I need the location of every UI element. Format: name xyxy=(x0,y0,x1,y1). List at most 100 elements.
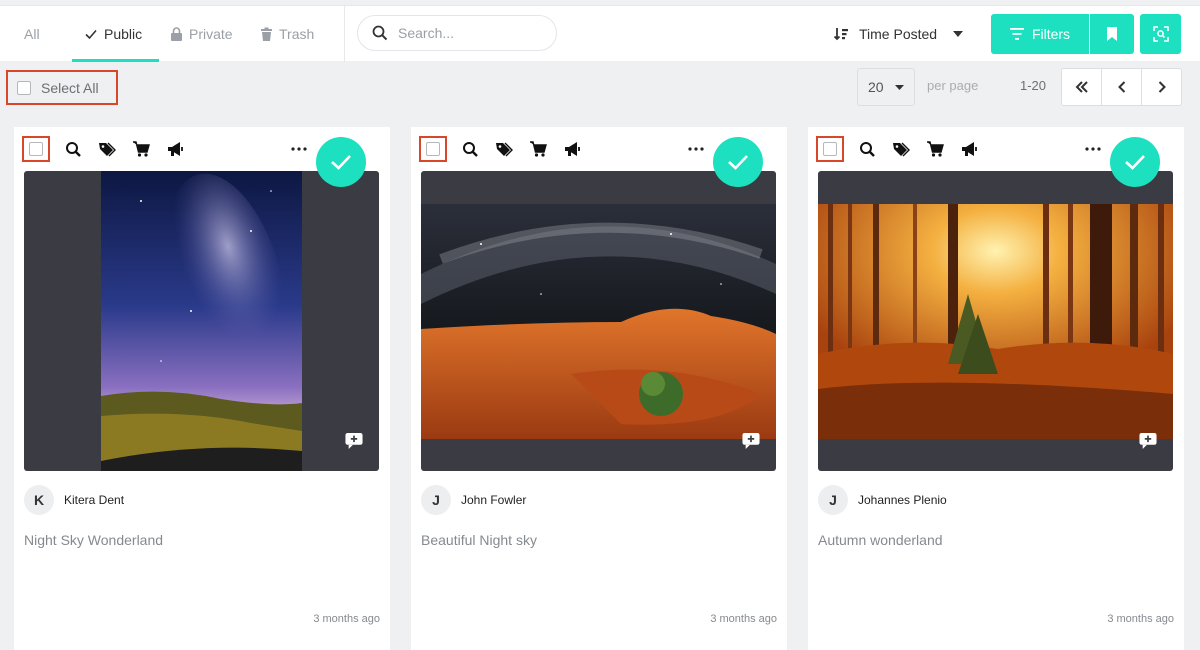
card-toolbar xyxy=(419,136,589,162)
search-icon xyxy=(65,141,81,157)
card-cart-button[interactable] xyxy=(918,137,952,161)
visual-search-button[interactable] xyxy=(1140,14,1181,54)
prev-page-button[interactable] xyxy=(1102,69,1142,105)
next-page-button[interactable] xyxy=(1142,69,1181,105)
author-name[interactable]: John Fowler xyxy=(461,493,526,507)
card-tags-button[interactable] xyxy=(487,137,521,161)
per-page-value: 20 xyxy=(868,79,884,95)
media-thumbnail[interactable] xyxy=(24,171,379,471)
double-chevron-left-icon xyxy=(1075,81,1088,93)
author-name[interactable]: Kitera Dent xyxy=(64,493,124,507)
check-icon xyxy=(331,155,351,170)
tab-all[interactable]: All xyxy=(24,6,40,62)
card-toolbar xyxy=(816,136,986,162)
checkbox-box xyxy=(17,80,31,95)
card-cart-button[interactable] xyxy=(521,137,555,161)
more-options-button[interactable] xyxy=(1078,137,1108,161)
approved-badge[interactable] xyxy=(1110,137,1160,187)
tab-private[interactable]: Private xyxy=(170,6,233,62)
card-promote-button[interactable] xyxy=(555,137,589,161)
megaphone-icon xyxy=(960,140,977,157)
media-thumbnail[interactable] xyxy=(421,171,776,471)
check-icon xyxy=(1125,155,1145,170)
saved-filters-button[interactable] xyxy=(1090,14,1134,54)
divider xyxy=(344,6,345,62)
tab-public-label: Public xyxy=(104,26,143,42)
search-input[interactable] xyxy=(398,25,538,41)
more-options-button[interactable] xyxy=(284,137,314,161)
comment-icon[interactable] xyxy=(742,433,760,449)
select-all-checkbox[interactable]: Select All xyxy=(6,70,118,105)
approved-badge[interactable] xyxy=(316,137,366,187)
select-all-label: Select All xyxy=(41,79,99,96)
ellipsis-icon xyxy=(688,147,704,151)
card-tags-button[interactable] xyxy=(884,137,918,161)
check-icon xyxy=(728,155,748,170)
card-cart-button[interactable] xyxy=(124,137,158,161)
approved-badge[interactable] xyxy=(713,137,763,187)
night-sky-image xyxy=(101,171,302,471)
scan-icon xyxy=(1152,26,1169,42)
search-box[interactable] xyxy=(357,15,557,51)
filter-icon xyxy=(1009,28,1024,40)
comment-icon[interactable] xyxy=(1139,433,1157,449)
trash-icon xyxy=(261,27,272,41)
media-card[interactable]: J John Fowler Beautiful Night sky 3 mont… xyxy=(411,127,787,650)
avatar[interactable]: K xyxy=(24,485,54,515)
first-page-button[interactable] xyxy=(1062,69,1102,105)
timestamp: 3 months ago xyxy=(710,613,777,625)
media-title: Autumn wonderland xyxy=(818,532,943,548)
media-card[interactable]: J Johannes Plenio Autumn wonderland 3 mo… xyxy=(808,127,1184,650)
media-card[interactable]: K Kitera Dent Night Sky Wonderland 3 mon… xyxy=(14,127,390,650)
card-select-checkbox[interactable] xyxy=(419,136,447,162)
caret-down-icon xyxy=(953,31,964,37)
ellipsis-icon xyxy=(291,147,307,151)
more-options-button[interactable] xyxy=(681,137,711,161)
card-promote-button[interactable] xyxy=(952,137,986,161)
tab-trash-label: Trash xyxy=(279,26,315,42)
sort-label: Time Posted xyxy=(859,26,938,42)
filters-label: Filters xyxy=(1031,26,1071,42)
tab-private-label: Private xyxy=(189,26,233,42)
avatar[interactable]: J xyxy=(818,485,848,515)
media-title: Night Sky Wonderland xyxy=(24,532,164,548)
checkbox-box xyxy=(426,142,440,156)
autumn-forest-image xyxy=(818,204,1173,439)
desert-milky-way-image xyxy=(421,204,776,439)
check-icon xyxy=(85,29,97,40)
cart-icon xyxy=(132,140,150,157)
search-icon xyxy=(372,25,388,41)
sort-dropdown[interactable]: Time Posted xyxy=(833,6,964,62)
checkbox-box xyxy=(823,142,837,156)
tags-icon xyxy=(892,141,910,157)
media-title: Beautiful Night sky xyxy=(421,532,537,548)
lock-icon xyxy=(171,26,182,41)
pagination xyxy=(1061,68,1182,106)
sort-icon xyxy=(833,28,848,41)
tab-trash[interactable]: Trash xyxy=(260,6,314,62)
chevron-left-icon xyxy=(1117,81,1125,93)
card-select-checkbox[interactable] xyxy=(22,136,50,162)
timestamp: 3 months ago xyxy=(1107,613,1174,625)
avatar[interactable]: J xyxy=(421,485,451,515)
chevron-right-icon xyxy=(1158,81,1166,93)
filters-button[interactable]: Filters xyxy=(991,14,1089,54)
card-select-checkbox[interactable] xyxy=(816,136,844,162)
bookmark-icon xyxy=(1107,27,1117,41)
card-promote-button[interactable] xyxy=(158,137,192,161)
card-search-button[interactable] xyxy=(850,137,884,161)
tags-icon xyxy=(98,141,116,157)
card-toolbar xyxy=(22,136,192,162)
active-tab-indicator xyxy=(72,59,159,62)
page-range: 1-20 xyxy=(1020,78,1047,93)
per-page-select[interactable]: 20 xyxy=(857,68,915,106)
card-search-button[interactable] xyxy=(453,137,487,161)
card-tags-button[interactable] xyxy=(90,137,124,161)
tab-public[interactable]: Public xyxy=(84,6,142,62)
card-search-button[interactable] xyxy=(56,137,90,161)
media-thumbnail[interactable] xyxy=(818,171,1173,471)
ellipsis-icon xyxy=(1085,147,1101,151)
comment-icon[interactable] xyxy=(345,433,363,449)
author-name[interactable]: Johannes Plenio xyxy=(858,493,947,507)
megaphone-icon xyxy=(166,140,183,157)
